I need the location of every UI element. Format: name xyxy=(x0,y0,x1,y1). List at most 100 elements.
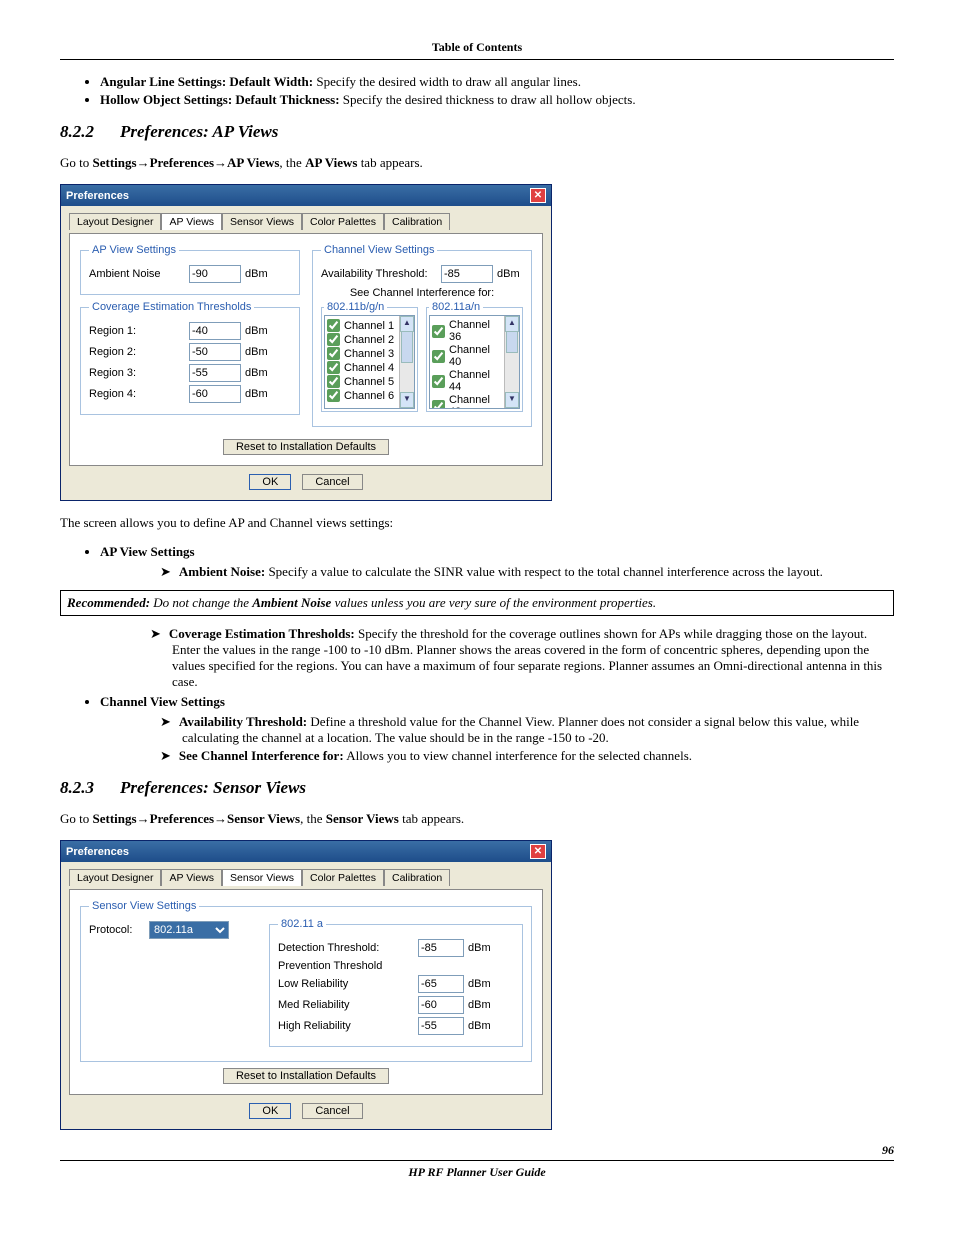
goto-prefs: Preferences xyxy=(150,155,214,170)
ambient-noise-text: Specify a value to calculate the SINR va… xyxy=(265,564,823,579)
list-item: Ambient Noise: Specify a value to calcul… xyxy=(182,564,894,580)
section-822-num: 8.2.2 xyxy=(60,122,120,142)
region2-label: Region 2: xyxy=(89,346,189,358)
region4-input[interactable] xyxy=(189,385,241,403)
goto-apviews2: AP Views xyxy=(305,155,357,170)
an-ch44-label: Channel 44 xyxy=(449,369,503,393)
unit-dbm: dBm xyxy=(497,268,520,280)
section-823-num: 8.2.3 xyxy=(60,778,120,798)
an-ch36-checkbox[interactable] xyxy=(432,325,445,338)
bgn-channel-list[interactable]: Channel 1 Channel 2 Channel 3 Channel 4 … xyxy=(324,315,415,409)
channel-view-settings-group: Channel View Settings Availability Thres… xyxy=(312,244,532,427)
availability-threshold-input[interactable] xyxy=(441,265,493,283)
tab-sensor-views[interactable]: Sensor Views xyxy=(222,213,302,230)
bgn-ch5-checkbox[interactable] xyxy=(327,375,340,388)
bgn-ch1-checkbox[interactable] xyxy=(327,319,340,332)
goto-suffix: tab appears. xyxy=(357,155,422,170)
arrow-icon: → xyxy=(214,811,227,826)
arrow-icon: → xyxy=(214,155,227,170)
recommended-note: Recommended: Do not change the Ambient N… xyxy=(60,590,894,616)
ambient-noise-input[interactable] xyxy=(189,265,241,283)
an-ch48-checkbox[interactable] xyxy=(432,400,445,410)
chevron-up-icon[interactable]: ▲ xyxy=(400,316,414,332)
scrollbar[interactable]: ▲▼ xyxy=(504,316,519,408)
recommended-emph: Ambient Noise xyxy=(252,595,331,610)
high-reliability-input[interactable] xyxy=(418,1017,464,1035)
region2-input[interactable] xyxy=(189,343,241,361)
tab-layout-designer[interactable]: Layout Designer xyxy=(69,869,161,886)
chevron-down-icon[interactable]: ▼ xyxy=(505,392,519,408)
see-interf-bold: See Channel Interference for: xyxy=(179,748,344,763)
tab-ap-views[interactable]: AP Views xyxy=(161,213,222,230)
chevron-up-icon[interactable]: ▲ xyxy=(505,316,519,332)
tab-calibration[interactable]: Calibration xyxy=(384,213,450,230)
reset-defaults-button[interactable]: Reset to Installation Defaults xyxy=(223,1068,389,1084)
availability-threshold-label: Availability Threshold: xyxy=(321,268,441,280)
unit-dbm: dBm xyxy=(245,367,268,379)
goto-mid: , the xyxy=(279,155,305,170)
dialog-titlebar[interactable]: Preferences ✕ xyxy=(61,185,551,206)
dialog-titlebar[interactable]: Preferences ✕ xyxy=(61,841,551,862)
tab-color-palettes[interactable]: Color Palettes xyxy=(302,213,384,230)
list-item: Coverage Estimation Thresholds: Specify … xyxy=(172,626,894,690)
bgn-ch2-label: Channel 2 xyxy=(344,334,394,346)
protocol-select[interactable]: 802.11a xyxy=(149,921,229,939)
list-item: Hollow Object Settings: Default Thicknes… xyxy=(100,92,894,108)
dialog-title: Preferences xyxy=(66,190,129,202)
close-icon[interactable]: ✕ xyxy=(530,844,546,859)
ambient-noise-bold: Ambient Noise: xyxy=(179,564,265,579)
goto-mid: , the xyxy=(300,811,326,826)
bgn-legend: 802.11b/g/n xyxy=(324,301,387,313)
section-823-heading: 8.2.3Preferences: Sensor Views xyxy=(60,778,894,798)
an-ch36-label: Channel 36 xyxy=(449,319,503,343)
angular-line-text: Specify the desired width to draw all an… xyxy=(313,74,581,89)
ambient-noise-label: Ambient Noise xyxy=(89,268,189,280)
scroll-thumb[interactable] xyxy=(401,331,413,363)
tab-calibration[interactable]: Calibration xyxy=(384,869,450,886)
bgn-ch2-checkbox[interactable] xyxy=(327,333,340,346)
bgn-ch3-checkbox[interactable] xyxy=(327,347,340,360)
tab-layout-designer[interactable]: Layout Designer xyxy=(69,213,161,230)
prevention-threshold-label: Prevention Threshold xyxy=(278,960,418,972)
cancel-button[interactable]: Cancel xyxy=(302,1103,362,1119)
med-reliability-input[interactable] xyxy=(418,996,464,1014)
goto-settings: Settings xyxy=(93,811,137,826)
page-footer: 96 HP RF Planner User Guide xyxy=(60,1160,894,1180)
unit-dbm: dBm xyxy=(468,978,491,990)
list-item: Channel View Settings Availability Thres… xyxy=(100,694,894,764)
ok-button[interactable]: OK xyxy=(249,474,291,490)
chevron-down-icon[interactable]: ▼ xyxy=(400,392,414,408)
tab-ap-views[interactable]: AP Views xyxy=(161,869,222,886)
region4-label: Region 4: xyxy=(89,388,189,400)
unit-dbm: dBm xyxy=(245,388,268,400)
recommended-text1: Do not change the xyxy=(150,595,252,610)
goto-suffix: tab appears. xyxy=(399,811,464,826)
an-ch48-label: Channel 48 xyxy=(449,394,503,409)
an-ch44-checkbox[interactable] xyxy=(432,375,445,388)
goto-prefs: Preferences xyxy=(150,811,214,826)
region1-input[interactable] xyxy=(189,322,241,340)
goto-prefix: Go to xyxy=(60,811,93,826)
list-item: Angular Line Settings: Default Width: Sp… xyxy=(100,74,894,90)
region3-input[interactable] xyxy=(189,364,241,382)
an-channel-list[interactable]: Channel 36 Channel 40 Channel 44 Channel… xyxy=(429,315,520,409)
bgn-ch5-label: Channel 5 xyxy=(344,376,394,388)
scroll-thumb[interactable] xyxy=(506,331,518,353)
bgn-ch4-checkbox[interactable] xyxy=(327,361,340,374)
an-ch40-checkbox[interactable] xyxy=(432,350,445,363)
tab-sensor-views[interactable]: Sensor Views xyxy=(222,869,302,886)
close-icon[interactable]: ✕ xyxy=(530,188,546,203)
tab-color-palettes[interactable]: Color Palettes xyxy=(302,869,384,886)
list-item: AP View Settings Ambient Noise: Specify … xyxy=(100,544,894,580)
ok-button[interactable]: OK xyxy=(249,1103,291,1119)
section-822-title: Preferences: AP Views xyxy=(120,122,278,141)
bgn-ch6-checkbox[interactable] xyxy=(327,389,340,402)
scrollbar[interactable]: ▲▼ xyxy=(399,316,414,408)
coverage-est-legend: Coverage Estimation Thresholds xyxy=(89,301,254,313)
reset-defaults-button[interactable]: Reset to Installation Defaults xyxy=(223,439,389,455)
low-reliability-input[interactable] xyxy=(418,975,464,993)
detection-threshold-input[interactable] xyxy=(418,939,464,957)
an-group: 802.11a/n Channel 36 Channel 40 Channel … xyxy=(426,301,523,412)
dialog-tabs: Layout DesignerAP ViewsSensor ViewsColor… xyxy=(69,212,543,229)
cancel-button[interactable]: Cancel xyxy=(302,474,362,490)
